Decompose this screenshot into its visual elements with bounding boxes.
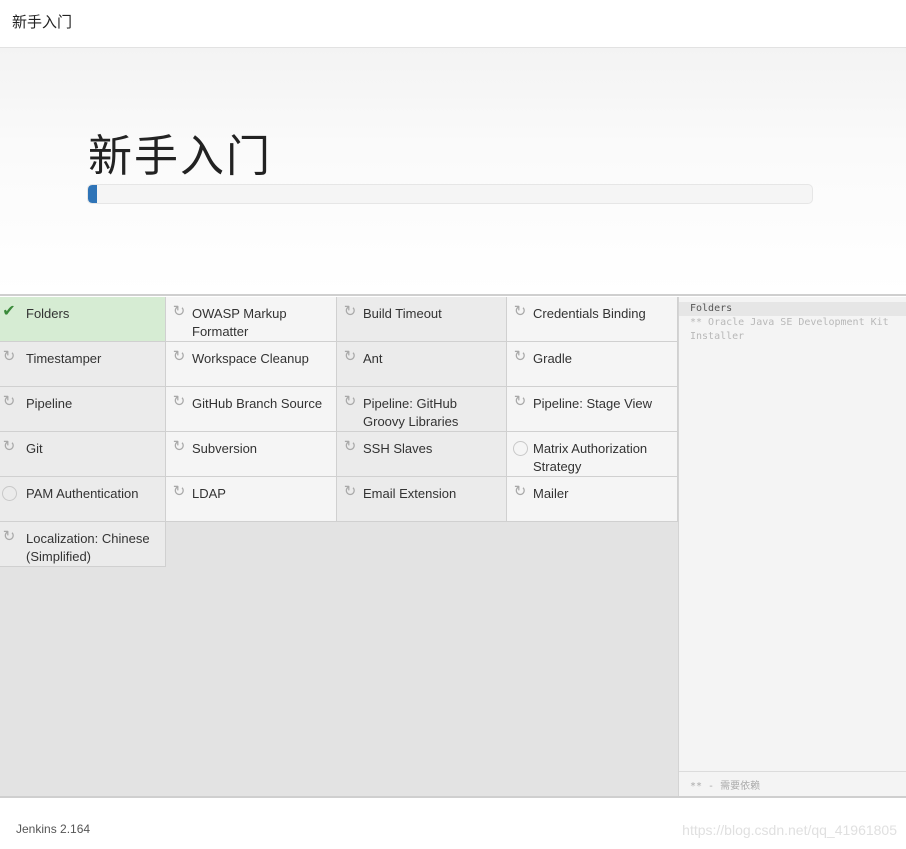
refresh-icon: ↻ [343, 393, 357, 410]
install-progress-bar [87, 184, 813, 204]
plugin-name: GitHub Branch Source [192, 396, 323, 411]
plugin-name: Build Timeout [363, 306, 442, 321]
progress-fill [88, 185, 97, 203]
top-bar: 新手入门 [0, 0, 906, 48]
refresh-icon: ↻ [513, 483, 527, 500]
plugin-item: ↻ Subversion [166, 432, 337, 477]
plugin-name: Mailer [533, 486, 569, 501]
hero-panel: 新手入门 [0, 48, 906, 296]
plugin-item: ↻ Pipeline [0, 387, 166, 432]
empty-circle-icon [513, 441, 528, 456]
refresh-icon: ↻ [172, 303, 186, 320]
plugin-name: Timestamper [26, 351, 102, 366]
plugin-name: Pipeline [26, 396, 73, 411]
install-log-panel: Folders ** Oracle Java SE Development Ki… [678, 297, 906, 796]
plugin-name: Pipeline: Stage View [533, 396, 653, 411]
plugin-name: PAM Authentication [26, 486, 139, 501]
plugin-name: Workspace Cleanup [192, 351, 309, 366]
plugin-name: Ant [363, 351, 383, 366]
refresh-icon: ↻ [2, 438, 16, 455]
plugin-name: LDAP [192, 486, 226, 501]
plugin-item: ↻ Timestamper [0, 342, 166, 387]
check-icon: ✔ [2, 303, 16, 320]
plugin-item: ↻ Localization: Chinese (Simplified) [0, 522, 166, 567]
plugin-name: Subversion [192, 441, 258, 456]
refresh-icon: ↻ [172, 348, 186, 365]
log-current-plugin: Folders [679, 302, 906, 316]
plugin-item: ↻ Git [0, 432, 166, 477]
refresh-icon: ↻ [513, 393, 527, 410]
plugin-item: ↻ Ant [337, 342, 507, 387]
refresh-icon: ↻ [343, 483, 357, 500]
log-legend: ** - 需要依赖 [679, 771, 906, 796]
refresh-icon: ↻ [343, 348, 357, 365]
plugin-name: Email Extension [363, 486, 457, 501]
refresh-icon: ↻ [343, 303, 357, 320]
header-title: 新手入门 [12, 13, 73, 31]
plugin-item: ↻ Gradle [507, 342, 678, 387]
plugin-item: ↻ Email Extension [337, 477, 507, 522]
empty-circle-icon [2, 486, 17, 501]
refresh-icon: ↻ [172, 393, 186, 410]
plugin-item: ↻ Pipeline: GitHub Groovy Libraries [337, 387, 507, 432]
plugin-item: PAM Authentication [0, 477, 166, 522]
refresh-icon: ↻ [343, 438, 357, 455]
watermark: https://blog.csdn.net/qq_41961805 [682, 822, 897, 838]
plugin-name: Git [26, 441, 43, 456]
plugin-item: ↻ Pipeline: Stage View [507, 387, 678, 432]
refresh-icon: ↻ [2, 393, 16, 410]
version-label: Jenkins 2.164 [16, 822, 91, 836]
footer: Jenkins 2.164 https://blog.csdn.net/qq_4… [0, 796, 906, 849]
refresh-icon: ↻ [513, 348, 527, 365]
refresh-icon: ↻ [513, 303, 527, 320]
plugin-name: Matrix Authorization Strategy [533, 441, 648, 474]
plugin-name: Pipeline: GitHub Groovy Libraries [363, 396, 459, 429]
refresh-icon: ↻ [2, 348, 16, 365]
refresh-icon: ↻ [172, 438, 186, 455]
plugin-item: ↻ Mailer [507, 477, 678, 522]
plugin-name: SSH Slaves [363, 441, 433, 456]
install-log: Folders ** Oracle Java SE Development Ki… [679, 302, 906, 344]
plugin-name: Localization: Chinese (Simplified) [26, 531, 150, 564]
plugin-item: Matrix Authorization Strategy [507, 432, 678, 477]
plugin-install-area: ✔ Folders ↻ OWASP Markup Formatter ↻ Build Ti… [0, 297, 906, 796]
plugin-item: ↻ GitHub Branch Source [166, 387, 337, 432]
plugin-item: ↻ Workspace Cleanup [166, 342, 337, 387]
plugin-item: ↻ SSH Slaves [337, 432, 507, 477]
plugin-name: Folders [26, 306, 70, 321]
plugin-name: Credentials Binding [533, 306, 646, 321]
plugin-name: Gradle [533, 351, 573, 366]
plugin-name: OWASP Markup Formatter [192, 306, 287, 339]
plugin-item: ✔ Folders [0, 297, 166, 342]
plugin-item: ↻ Build Timeout [337, 297, 507, 342]
refresh-icon: ↻ [2, 528, 16, 545]
page-title: 新手入门 [88, 131, 272, 182]
log-dependency: ** Oracle Java SE Development Kit Instal… [690, 317, 889, 342]
refresh-icon: ↻ [172, 483, 186, 500]
plugin-item: ↻ OWASP Markup Formatter [166, 297, 337, 342]
plugin-item: ↻ LDAP [166, 477, 337, 522]
plugin-item: ↻ Credentials Binding [507, 297, 678, 342]
